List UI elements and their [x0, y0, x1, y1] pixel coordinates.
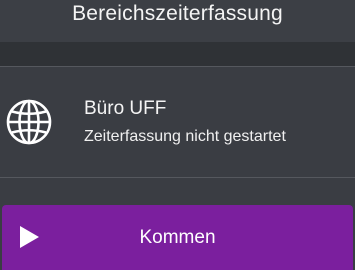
page-title: Bereichszeiterfassung — [72, 2, 283, 25]
title-bar: Bereichszeiterfassung — [0, 0, 355, 42]
globe-icon — [6, 99, 52, 145]
location-name: Büro UFF — [84, 98, 167, 119]
location-row[interactable]: Büro UFF Zeiterfassung nicht gestartet — [0, 67, 355, 177]
kommen-button[interactable]: Kommen — [2, 205, 353, 270]
kommen-button-label: Kommen — [139, 227, 216, 248]
screen: Bereichszeiterfassung Büro UFF Zeiterfas… — [0, 0, 355, 270]
sub-bar — [0, 42, 355, 66]
tracking-status: Zeiterfassung nicht gestartet — [84, 128, 286, 145]
divider — [0, 177, 355, 178]
